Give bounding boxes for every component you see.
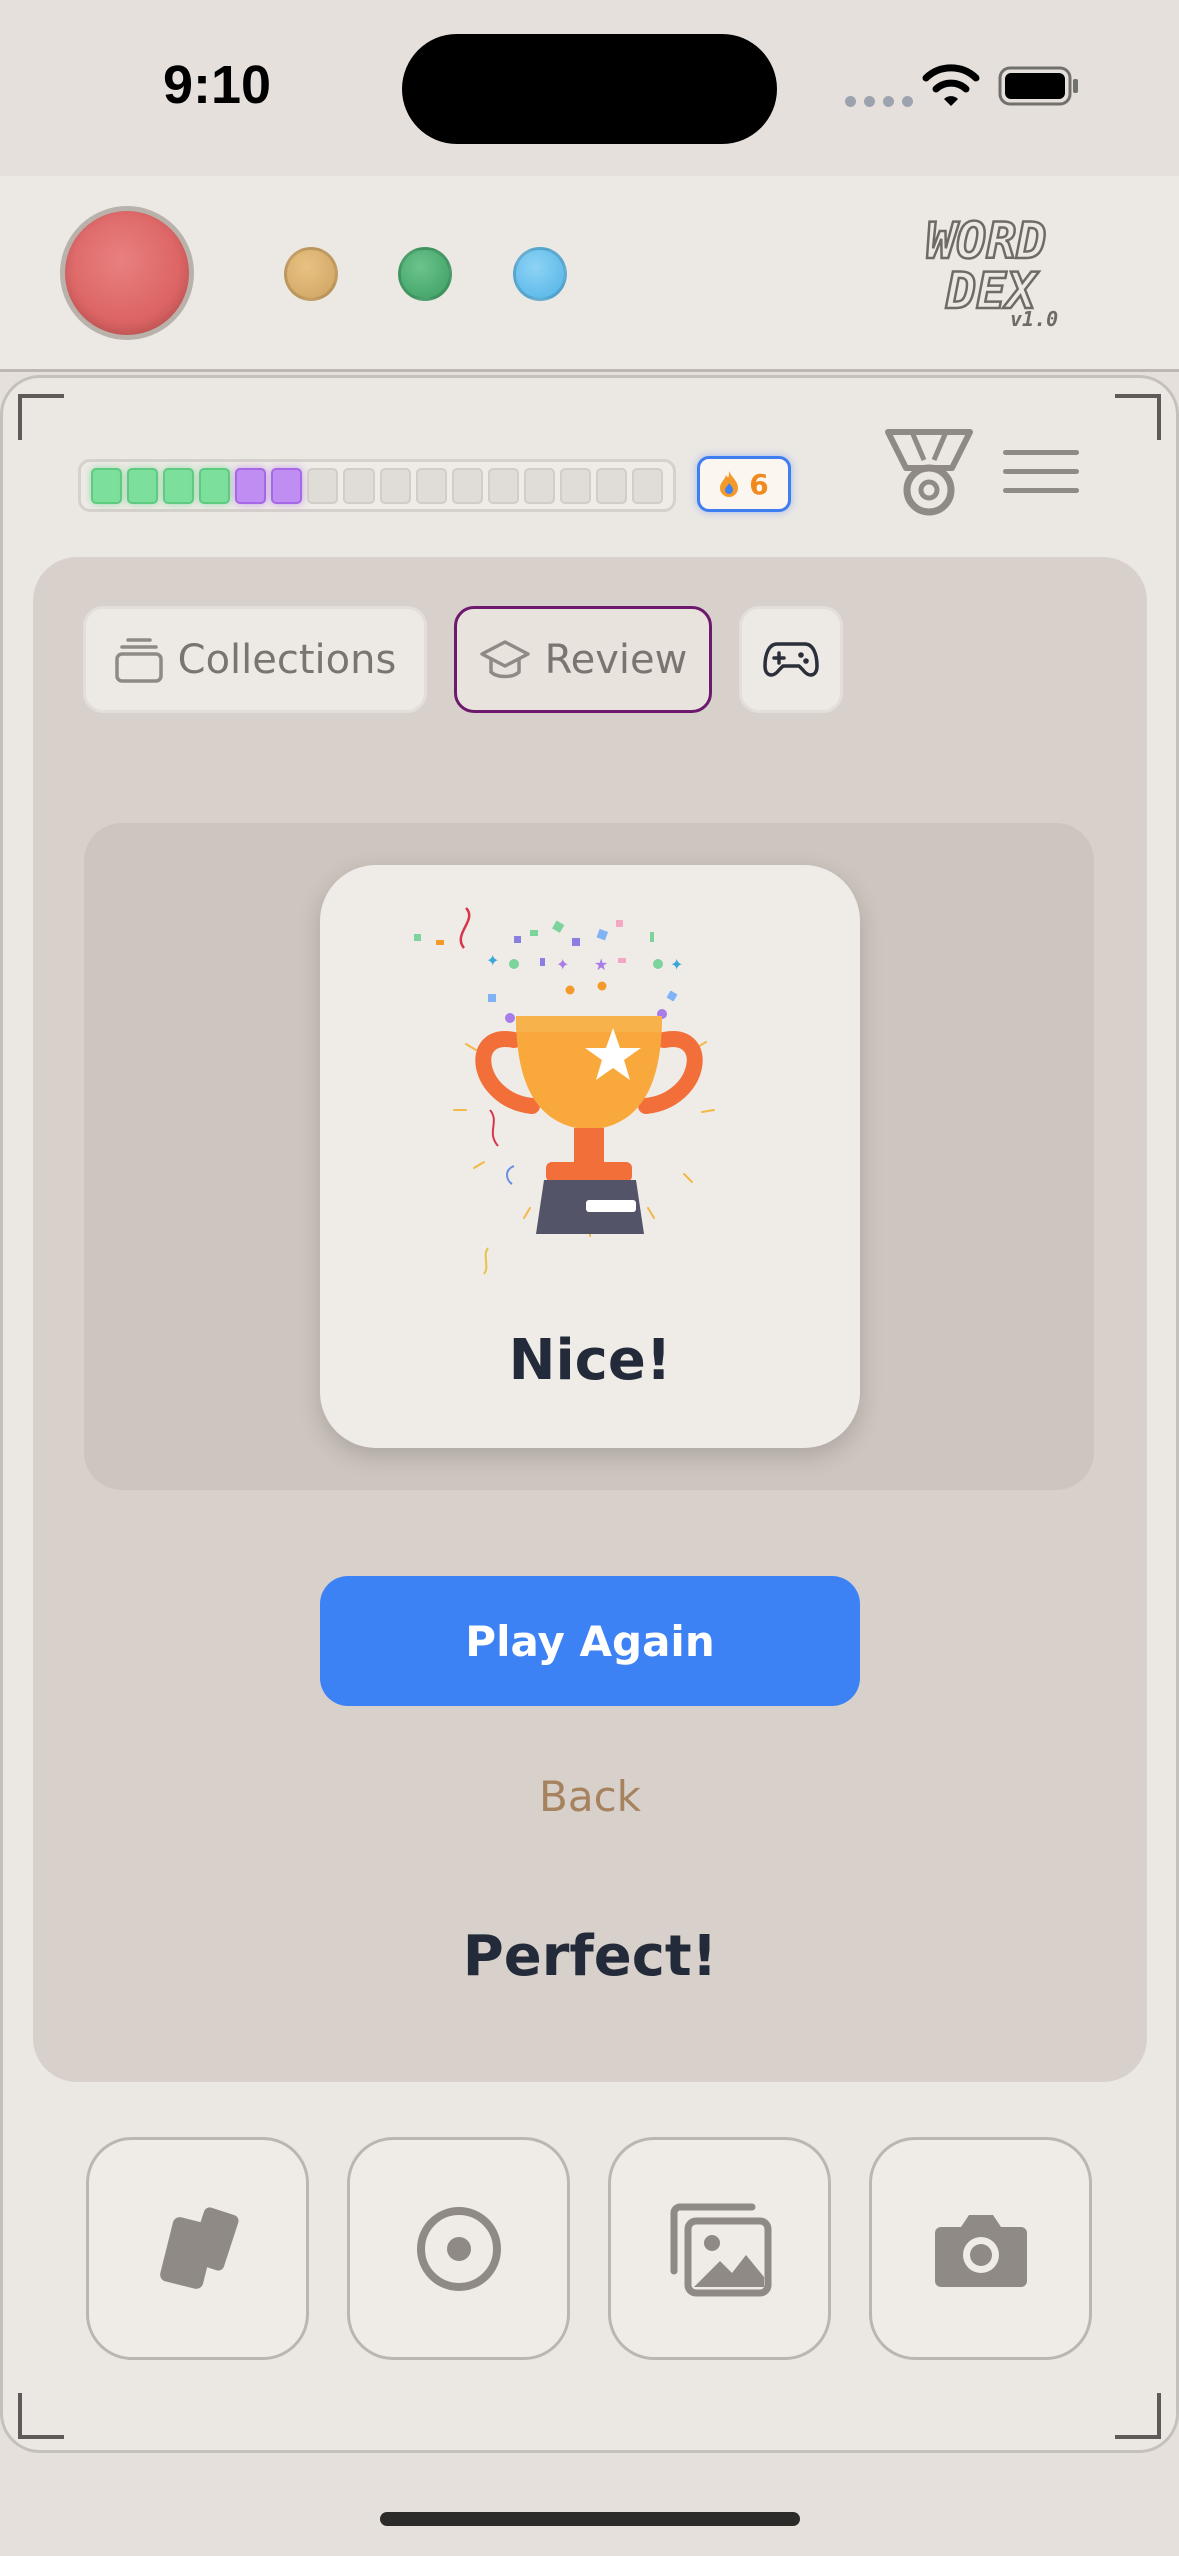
progress-segment	[559, 467, 591, 504]
flame-icon	[720, 471, 739, 497]
indicator-light-blue	[513, 247, 567, 301]
app-logo: WORD DEX v1.0	[925, 212, 1058, 331]
cellular-signal-icon	[845, 96, 913, 107]
medal-icon[interactable]	[882, 424, 976, 518]
camera-icon	[934, 2214, 1027, 2287]
streak-badge: 6	[697, 456, 791, 512]
indicator-light-yellow	[284, 247, 338, 301]
nav-camera-button[interactable]	[869, 2137, 1092, 2360]
progress-segment	[631, 467, 663, 504]
progress-segment	[307, 467, 339, 504]
svg-text:✦: ✦	[670, 955, 683, 974]
tab-collections-label: Collections	[177, 636, 397, 683]
tab-review[interactable]: Review	[454, 606, 712, 713]
home-indicator	[380, 2512, 800, 2526]
progress-segment	[415, 467, 447, 504]
logo-version: v1.0	[1010, 307, 1058, 331]
progress-segment	[235, 467, 267, 504]
trophy-icon: ✦ ✦ ★ ✦	[414, 907, 715, 1275]
tab-review-label: Review	[544, 636, 688, 683]
progress-segment	[91, 467, 123, 504]
result-title: Nice!	[508, 1328, 672, 1393]
tab-games[interactable]	[739, 606, 843, 713]
svg-text:✦: ✦	[486, 951, 499, 970]
hamburger-menu-icon[interactable]	[1003, 446, 1079, 496]
cards-stack-icon	[114, 637, 163, 683]
wifi-icon	[922, 64, 980, 106]
progress-segment	[523, 467, 555, 504]
record-icon	[416, 2206, 501, 2291]
progress-bar	[78, 459, 676, 512]
streak-count: 6	[749, 467, 769, 501]
status-bar: 9:10	[0, 0, 1179, 176]
progress-segment	[379, 467, 411, 504]
progress-segment	[271, 467, 303, 504]
gallery-icon	[670, 2203, 771, 2296]
dynamic-island	[402, 34, 777, 144]
back-button[interactable]: Back	[440, 1772, 740, 1821]
summary-text: Perfect!	[462, 1924, 718, 1989]
indicator-light-green	[398, 247, 452, 301]
corner-bracket	[18, 2393, 64, 2439]
progress-segment	[343, 467, 375, 504]
corner-bracket	[1115, 2393, 1161, 2439]
svg-text:✦: ✦	[556, 955, 569, 974]
nav-record-button[interactable]	[347, 2137, 570, 2360]
corner-bracket	[1115, 394, 1161, 440]
cards-icon	[159, 2206, 239, 2289]
nav-gallery-button[interactable]	[608, 2137, 831, 2360]
progress-segment	[199, 467, 231, 504]
progress-segment	[595, 467, 627, 504]
tab-collections[interactable]: Collections	[83, 606, 427, 713]
gamepad-icon	[763, 641, 819, 677]
progress-segment	[127, 467, 159, 504]
battery-icon	[998, 66, 1078, 106]
progress-segment	[451, 467, 483, 504]
graduation-cap-icon	[479, 639, 530, 678]
top-toolbar: WORD DEX v1.0	[0, 176, 1179, 372]
svg-text:★: ★	[594, 955, 608, 974]
corner-bracket	[18, 394, 64, 440]
progress-segment	[487, 467, 519, 504]
progress-segment	[163, 467, 195, 504]
record-button[interactable]	[60, 206, 194, 340]
play-again-button[interactable]: Play Again	[320, 1576, 860, 1706]
nav-cards-button[interactable]	[86, 2137, 309, 2360]
status-time: 9:10	[163, 55, 272, 115]
